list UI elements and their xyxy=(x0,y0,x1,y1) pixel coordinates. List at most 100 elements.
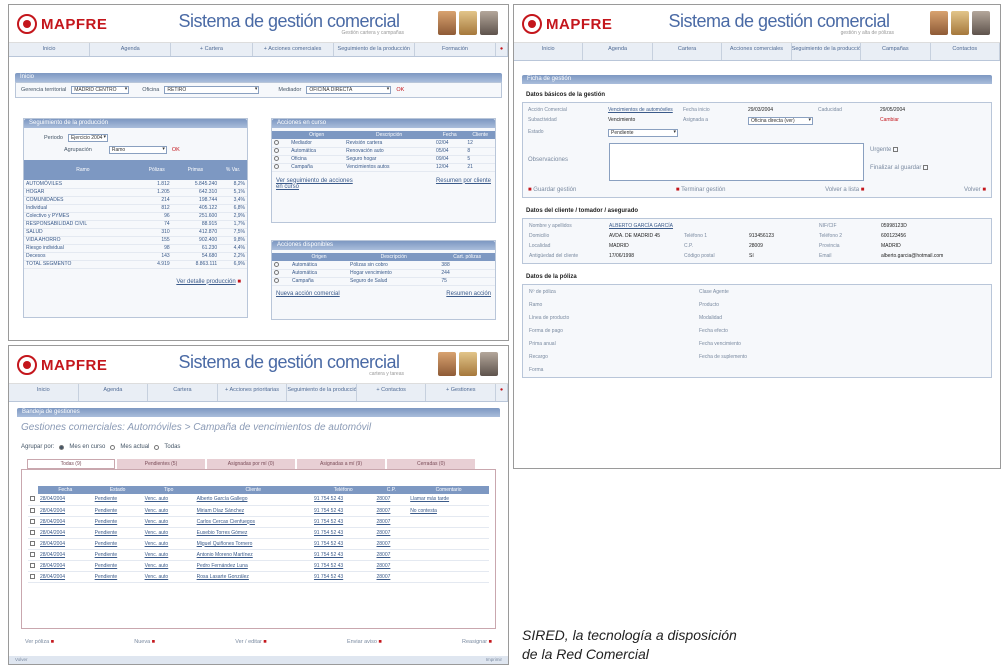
ok-button[interactable]: OK xyxy=(396,87,404,93)
ver-editar-button[interactable]: Ver / editar ■ xyxy=(235,639,266,645)
tab-pendientes[interactable]: Pendientes (5) xyxy=(117,459,205,469)
table-cell[interactable]: Venc. auto xyxy=(142,494,195,506)
table-cell[interactable]: 28/04/2004 xyxy=(38,538,93,550)
seguimiento-acciones-link[interactable]: Ver seguimiento de acciones en curso xyxy=(276,178,356,190)
nav-item[interactable]: + Cartera xyxy=(171,43,253,56)
table-cell[interactable]: Pendiente xyxy=(92,571,143,583)
table-cell[interactable]: Pendiente xyxy=(92,494,143,506)
table-cell[interactable]: Pendiente xyxy=(92,505,143,517)
nav-item[interactable]: + Acciones comerciales xyxy=(253,43,334,56)
table-cell[interactable]: Miriam Díaz Sánchez xyxy=(194,505,312,517)
table-cell[interactable]: 28/04/2004 xyxy=(38,560,93,572)
radio-button[interactable] xyxy=(154,444,160,450)
cambiar-link[interactable]: Cambiar xyxy=(880,117,1000,125)
table-cell[interactable]: 28/04/2004 xyxy=(38,516,93,528)
oficina-select[interactable]: RETIRO xyxy=(164,86,260,94)
table-cell[interactable]: Venc. auto xyxy=(142,549,195,561)
table-cell[interactable] xyxy=(408,549,489,561)
row-checkbox[interactable] xyxy=(30,529,35,535)
radio-button[interactable] xyxy=(274,148,279,154)
nav-item[interactable]: Agenda xyxy=(79,384,149,401)
estado-select[interactable]: Pendiente xyxy=(608,129,678,137)
nav-item[interactable]: Contactos xyxy=(931,43,1000,60)
urgente-checkbox[interactable] xyxy=(893,147,899,152)
table-cell[interactable]: Pendiente xyxy=(92,527,143,539)
nav-item[interactable]: Formación xyxy=(415,43,497,56)
finalizar-checkbox[interactable] xyxy=(923,165,929,171)
radio-button[interactable] xyxy=(59,444,65,450)
table-cell[interactable]: 28007 xyxy=(374,494,409,506)
table-cell[interactable]: 91 754 52 43 xyxy=(311,571,375,583)
table-cell[interactable]: 28/04/2004 xyxy=(38,494,93,506)
radio-button[interactable] xyxy=(274,278,279,284)
table-cell[interactable]: 91 754 52 43 xyxy=(311,516,375,528)
table-cell[interactable]: Carlos Cercas Cienfuegos xyxy=(194,516,312,528)
table-cell[interactable]: Pendiente xyxy=(92,560,143,572)
table-cell[interactable]: 28/04/2004 xyxy=(38,505,93,517)
resumen-accion-link[interactable]: Resumen acción xyxy=(446,291,491,297)
table-row[interactable]: 28/04/2004 Pendiente Venc. auto Miguel Quiñ… xyxy=(28,538,489,550)
table-cell[interactable]: Miguel Quiñones Tornero xyxy=(194,538,312,550)
agrupar-select[interactable]: Ramo xyxy=(108,146,167,154)
periodo-select[interactable]: Ejercicio 2004 xyxy=(67,134,108,142)
table-row[interactable]: Campaña Vencimientos autos 12/04 21 xyxy=(272,163,495,172)
table-cell[interactable]: 28007 xyxy=(374,516,409,528)
nav-menu-icon[interactable]: ● xyxy=(496,384,508,401)
resumen-cliente-link[interactable]: Resumen por cliente xyxy=(436,178,491,190)
nueva-accion-link[interactable]: Nueva acción comercial xyxy=(276,291,340,297)
nav-item[interactable]: + Gestiones xyxy=(426,384,497,401)
table-cell[interactable]: Venc. auto xyxy=(142,516,195,528)
table-cell[interactable]: 91 754 52 43 xyxy=(311,560,375,572)
table-cell[interactable]: Pedro Fernández Luna xyxy=(194,560,312,572)
radio-button[interactable] xyxy=(274,270,279,276)
field-value[interactable]: Vencimientos de automóviles xyxy=(608,107,683,113)
nav-item[interactable]: Inicio xyxy=(514,43,584,60)
table-cell[interactable]: Venc. auto xyxy=(142,560,195,572)
table-cell[interactable]: 28/04/2004 xyxy=(38,527,93,539)
nav-item[interactable]: Agenda xyxy=(583,43,653,60)
nav-item[interactable]: Acciones comerciales xyxy=(722,43,792,60)
table-cell[interactable]: Venc. auto xyxy=(142,538,195,550)
field-value[interactable]: ALBERTO GARCÍA GARCÍA xyxy=(609,223,684,229)
nav-item[interactable]: Campañas xyxy=(861,43,931,60)
table-row[interactable]: 28/04/2004 Pendiente Venc. auto Miriam Díaz… xyxy=(28,505,489,517)
tab-cerradas[interactable]: Cerradas (0) xyxy=(387,459,475,469)
table-row[interactable]: 28/04/2004 Pendiente Venc. auto Alberto Gar… xyxy=(28,494,489,506)
terminar-button[interactable]: ■ Terminar gestión xyxy=(676,187,726,193)
table-row[interactable]: Automática Renovación auto 05/04 8 xyxy=(272,147,495,156)
row-checkbox[interactable] xyxy=(30,551,35,557)
table-cell[interactable]: 28/04/2004 xyxy=(38,549,93,561)
nav-item[interactable]: Cartera xyxy=(148,384,218,401)
row-checkbox[interactable] xyxy=(30,573,35,579)
table-row[interactable]: Oficina Seguro hogar 09/04 5 xyxy=(272,155,495,164)
radio-button[interactable] xyxy=(274,156,279,162)
mediador-select[interactable]: OFICINA DIRECTA xyxy=(306,86,392,94)
radio-button[interactable] xyxy=(110,444,116,450)
table-cell[interactable] xyxy=(408,516,489,528)
row-checkbox[interactable] xyxy=(30,518,35,524)
table-cell[interactable]: 28007 xyxy=(374,560,409,572)
table-cell[interactable] xyxy=(408,560,489,572)
table-cell[interactable]: Pendiente xyxy=(92,549,143,561)
table-cell[interactable]: 28007 xyxy=(374,527,409,539)
row-checkbox[interactable] xyxy=(30,496,35,502)
table-row[interactable]: 28/04/2004 Pendiente Venc. auto Antonio Mor… xyxy=(28,549,489,561)
table-cell[interactable] xyxy=(408,538,489,550)
table-cell[interactable]: Alberto García Gallego xyxy=(194,494,312,506)
nav-item[interactable]: Inicio xyxy=(9,43,91,56)
table-cell[interactable]: Antonio Moreno Martínez xyxy=(194,549,312,561)
reasignar-button[interactable]: Reasignar ■ xyxy=(462,639,492,645)
detalle-produccion-link[interactable]: Ver detalle producción xyxy=(176,279,235,285)
row-checkbox[interactable] xyxy=(30,507,35,513)
table-cell[interactable]: 28007 xyxy=(374,538,409,550)
volver-button[interactable]: Volver ■ xyxy=(964,187,986,193)
table-row[interactable]: Campaña Seguro de Salud 75 xyxy=(272,277,495,286)
gerencia-select[interactable]: MADRID CENTRO xyxy=(71,86,130,94)
observaciones-textarea[interactable] xyxy=(609,143,864,181)
radio-button[interactable] xyxy=(274,261,279,267)
ok-button[interactable]: OK xyxy=(172,147,180,153)
table-cell[interactable]: 91 754 52 43 xyxy=(311,538,375,550)
nav-item[interactable]: + Acciones prioritarias xyxy=(218,384,288,401)
table-cell[interactable]: 91 754 52 43 xyxy=(311,549,375,561)
nav-item[interactable]: Agenda xyxy=(90,43,172,56)
